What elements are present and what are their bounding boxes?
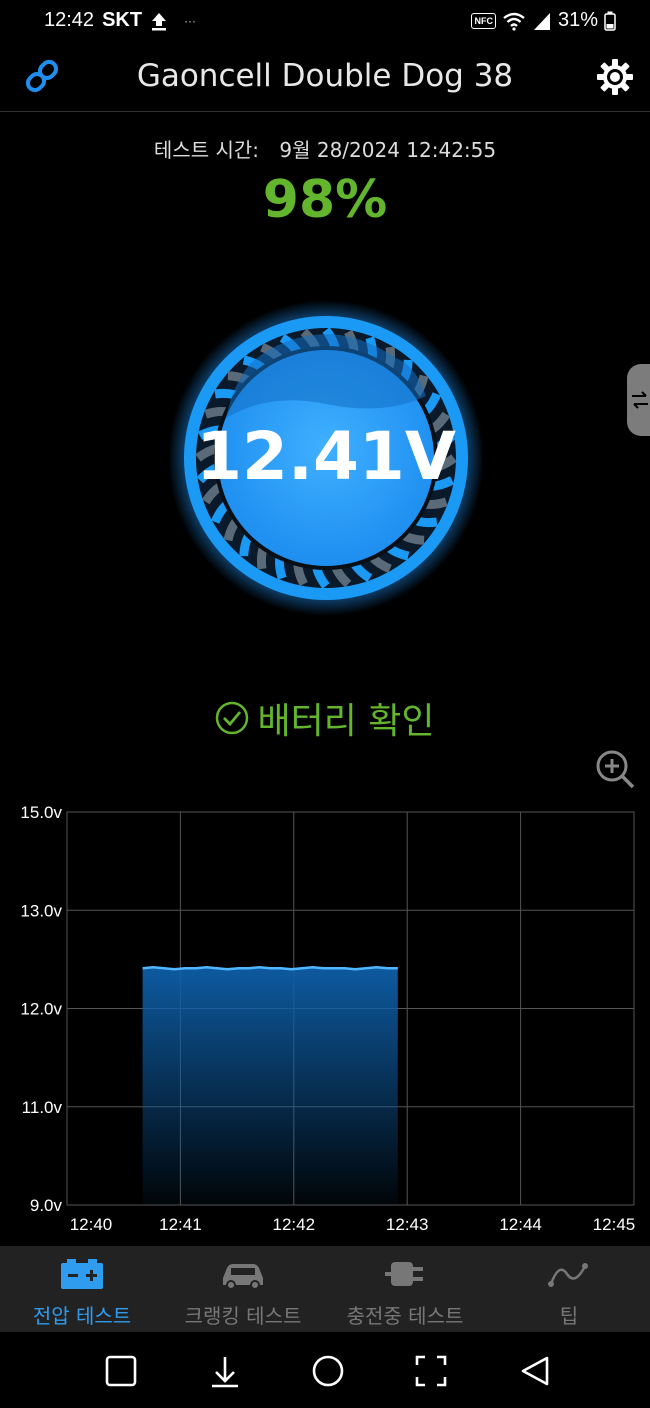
swap-arrows-icon [632, 391, 648, 409]
nfc-icon: NFC [471, 12, 496, 29]
x-tick-label: 12:42 [273, 1215, 316, 1234]
bottom-nav: 전압 테스트 크랭킹 테스트 충전중 테스트 팁 [0, 1246, 650, 1332]
status-bar: 12:42 SKT ··· NFC 31% [0, 0, 650, 44]
app-header: Gaoncell Double Dog 38 [0, 44, 650, 112]
nav-tips[interactable]: 팁 [494, 1246, 644, 1332]
y-tick-label: 9.0v [30, 1196, 63, 1215]
nav-label: 크랭킹 테스트 [184, 1304, 302, 1328]
system-nav-bar [0, 1332, 650, 1408]
side-swap-tab[interactable] [627, 364, 650, 436]
y-tick-label: 12.0v [20, 1000, 62, 1019]
hide-keyboard-icon[interactable] [208, 1354, 242, 1388]
charge-percent: 98% [262, 170, 388, 230]
clock: 12:42 [44, 9, 95, 31]
nav-cranking-test[interactable]: 크랭킹 테스트 [168, 1246, 318, 1332]
voltage-reading: 12.41V [196, 418, 456, 495]
test-time-value: 9월 28/2024 12:42:55 [279, 138, 497, 162]
voltage-area [142, 967, 398, 1205]
back-icon[interactable] [518, 1354, 552, 1388]
recent-apps-icon[interactable] [104, 1354, 138, 1388]
x-tick-label: 12:45 [593, 1215, 636, 1234]
y-tick-label: 11.0v [22, 1098, 63, 1117]
screenshot-icon[interactable] [414, 1354, 448, 1388]
battery-status-text: 배터리 확인 [257, 701, 435, 742]
y-tick-label: 13.0v [20, 901, 62, 920]
notification-dots: ··· [184, 13, 197, 28]
nav-label: 팁 [559, 1304, 579, 1328]
battery-percent: 31% [557, 9, 598, 31]
carrier: SKT [102, 9, 143, 31]
voltage-line [142, 965, 398, 971]
test-time-label: 테스트 시간: [153, 138, 259, 162]
signal-icon [533, 12, 550, 30]
voltage-chart: 15.0v 13.0v 12.0v 11.0v 9.0v 12:40 12:41 12:42… [20, 803, 636, 1234]
battery-icon [61, 1259, 103, 1289]
battery-icon [604, 11, 616, 31]
car-icon [223, 1264, 263, 1290]
nav-label: 충전중 테스트 [346, 1304, 464, 1328]
battery-status: 배터리 확인 [0, 692, 650, 744]
x-tick-label: 12:43 [386, 1215, 429, 1234]
nav-charging-test[interactable]: 충전중 테스트 [330, 1246, 480, 1332]
app-title: Gaoncell Double Dog 38 [136, 58, 514, 94]
home-icon[interactable] [311, 1354, 345, 1388]
zoom-in-icon[interactable] [594, 748, 636, 790]
plug-icon [385, 1262, 423, 1286]
x-tick-label: 12:44 [499, 1215, 542, 1234]
tips-curve-icon [548, 1263, 588, 1287]
y-tick-label: 15.0v [20, 803, 62, 822]
test-time: 테스트 시간: 9월 28/2024 12:42:55 [0, 134, 650, 163]
nav-voltage-test[interactable]: 전압 테스트 [8, 1246, 156, 1332]
wifi-icon [503, 12, 525, 31]
gear-icon[interactable] [596, 58, 634, 96]
check-circle-icon [216, 701, 249, 735]
x-tick-label: 12:40 [70, 1215, 113, 1234]
x-tick-label: 12:41 [159, 1215, 202, 1234]
upload-icon [152, 12, 167, 30]
nav-label: 전압 테스트 [32, 1304, 132, 1328]
